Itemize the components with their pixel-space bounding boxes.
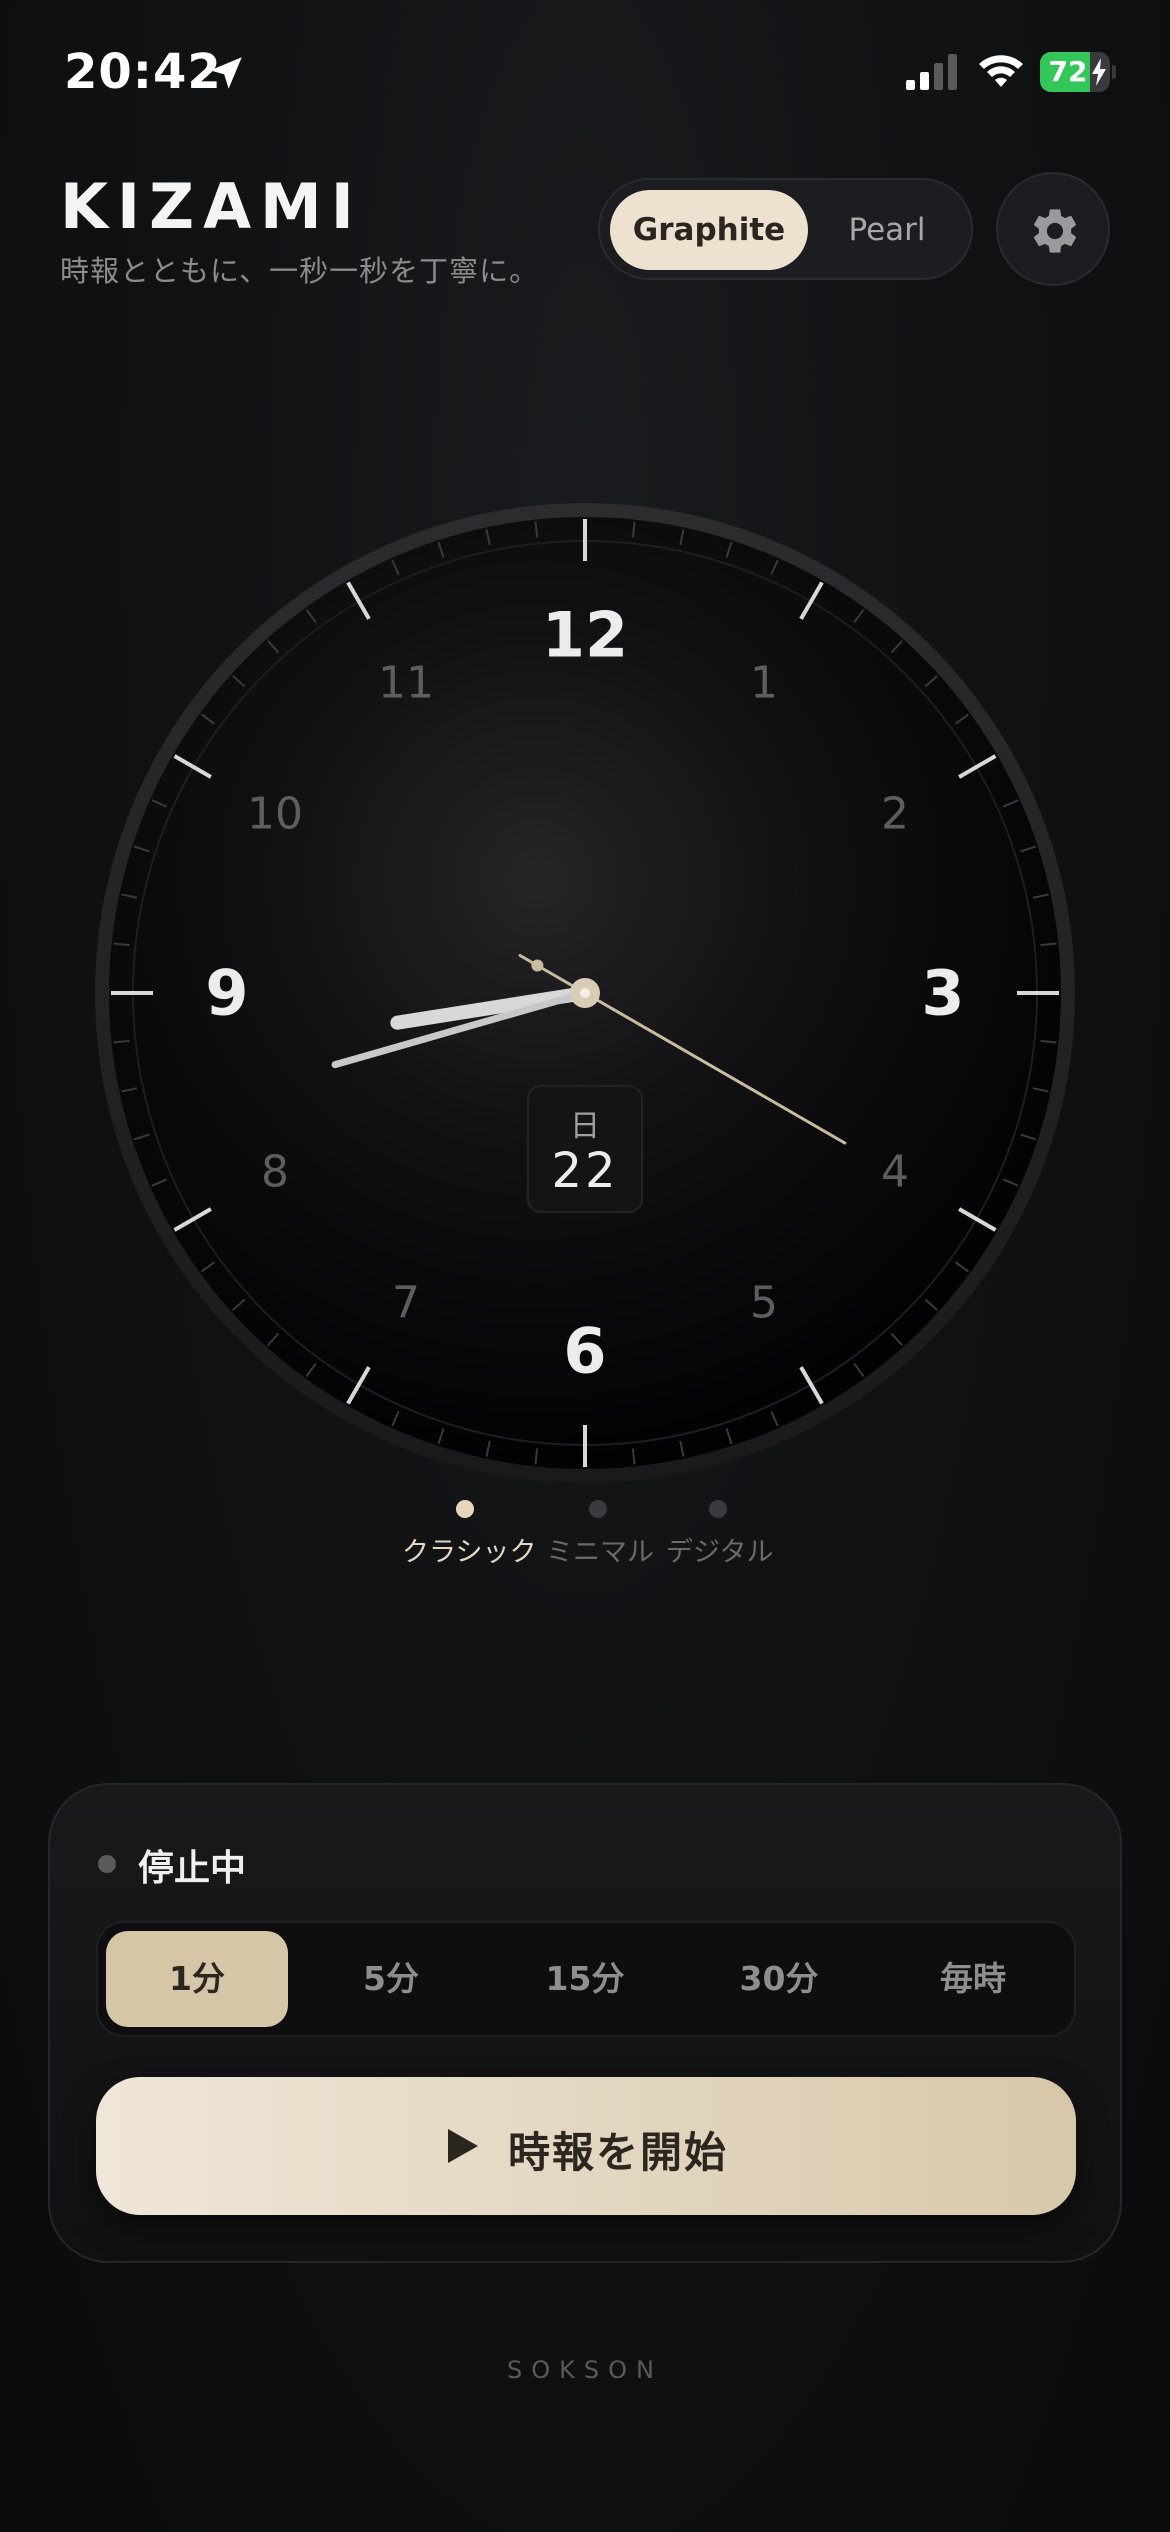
gear-icon [1033, 209, 1077, 253]
interval-option-hourly[interactable]: 毎時 [882, 1931, 1064, 2027]
hour-numeral: 6 [563, 1315, 606, 1388]
wifi-icon [979, 55, 1023, 87]
cellular-signal-icon [906, 54, 957, 90]
clock-hub-center [580, 988, 590, 998]
charging-bolt-icon [1092, 58, 1106, 86]
settings-button[interactable] [996, 172, 1110, 286]
start-chime-button[interactable]: 時報を開始 [96, 2077, 1076, 2215]
interval-option-1min[interactable]: 1分 [106, 1931, 288, 2027]
face-label: ミニマル [546, 1537, 654, 1568]
date-day: 22 [551, 1143, 619, 1199]
face-indicator-dot [456, 1500, 474, 1518]
face-label: デジタル [666, 1537, 774, 1568]
hour-numeral: 10 [247, 789, 303, 840]
app-subtitle: 時報とともに、一秒一秒を丁寧に。 [60, 254, 540, 288]
date-weekday: 日 [570, 1109, 600, 1144]
hour-numeral: 11 [378, 657, 434, 708]
clock-face: 121234567891011 [95, 503, 1075, 1483]
face-option-minimal[interactable]: ミニマル [546, 1500, 654, 1569]
hour-numeral: 8 [261, 1147, 289, 1198]
status-label: 停止中 [138, 1848, 247, 1889]
hour-numeral: 9 [205, 957, 248, 1030]
interval-option-15min[interactable]: 15分 [494, 1931, 676, 2027]
battery-percent: 72 [1048, 55, 1088, 88]
analog-clock: 12 1 2 3 4 5 6 7 8 9 10 11 日 22 [94, 502, 1076, 1484]
hour-numeral: 12 [542, 599, 628, 672]
interval-option-5min[interactable]: 5分 [300, 1931, 482, 2027]
date-window: 日 22 [527, 1085, 643, 1213]
face-indicator-dot [709, 1500, 727, 1518]
chime-control-panel: 停止中 1分 5分 15分 30分 毎時 時報を開始 [48, 1783, 1122, 2263]
battery-body: 72 [1040, 52, 1110, 92]
status-indicator-dot [98, 1855, 116, 1873]
interval-option-30min[interactable]: 30分 [688, 1931, 870, 2027]
app-title: KIZAMI [60, 170, 363, 243]
hour-numeral: 5 [750, 1278, 778, 1329]
hour-numeral: 2 [881, 789, 909, 840]
interval-selector: 1分 5分 15分 30分 毎時 [96, 1921, 1076, 2037]
battery-indicator: 72 [1040, 52, 1116, 92]
hour-numeral: 3 [921, 957, 964, 1030]
status-bar: 20:42 72 [0, 0, 1170, 140]
second-hand-counterweight [531, 959, 544, 972]
theme-option-graphite[interactable]: Graphite [610, 190, 808, 270]
footer-brand: SOKSON [507, 2356, 663, 2384]
start-chime-label: 時報を開始 [508, 2128, 729, 2177]
theme-option-pearl[interactable]: Pearl [812, 190, 962, 270]
hour-numeral: 1 [750, 657, 778, 708]
face-label: クラシック [402, 1537, 537, 1568]
hour-numeral: 4 [881, 1147, 909, 1198]
face-indicator-dot [589, 1500, 607, 1518]
face-option-digital[interactable]: デジタル [666, 1500, 774, 1569]
location-arrow-icon [210, 57, 242, 89]
battery-nub [1112, 65, 1116, 79]
face-option-classic[interactable]: クラシック [402, 1500, 537, 1569]
status-time: 20:42 [64, 44, 222, 100]
hour-numeral: 7 [392, 1278, 420, 1329]
theme-toggle: Graphite Pearl [598, 178, 973, 280]
play-icon [448, 2129, 478, 2163]
